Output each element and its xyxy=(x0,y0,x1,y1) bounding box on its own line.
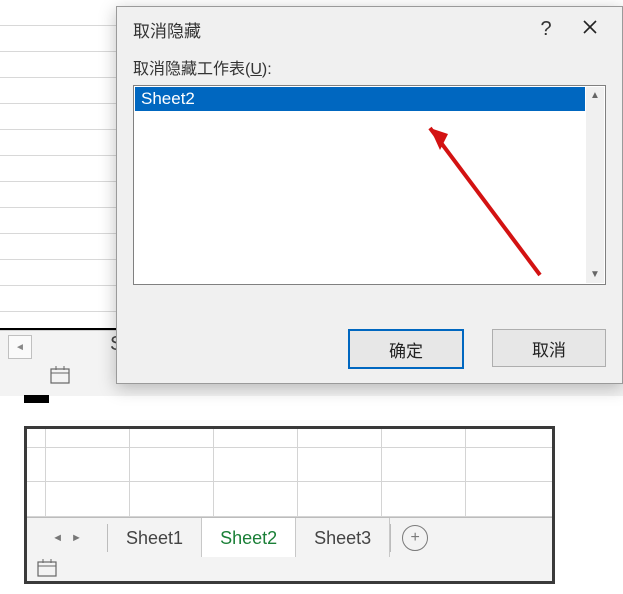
nav-left-icon[interactable]: ◄ xyxy=(52,532,63,544)
sheet-tab-sheet1[interactable]: Sheet1 xyxy=(108,518,202,558)
macro-record-icon[interactable] xyxy=(50,366,70,384)
top-screenshot: ◄ S 取消隐藏 ? 取消隐藏工作表(U): Sheet2 xyxy=(0,0,623,405)
close-button[interactable] xyxy=(568,19,612,40)
spreadsheet-grid[interactable] xyxy=(27,429,552,517)
close-icon xyxy=(582,19,598,35)
sheet-nav-left-icon[interactable]: ◄ xyxy=(8,335,32,359)
nav-right-icon[interactable]: ► xyxy=(71,532,82,544)
listbox-label: 取消隐藏工作表(U): xyxy=(117,51,622,85)
unhide-dialog: 取消隐藏 ? 取消隐藏工作表(U): Sheet2 ▲ ▼ 确定 取消 xyxy=(116,6,623,384)
unhide-listbox[interactable]: Sheet2 ▲ ▼ xyxy=(133,85,606,285)
new-sheet-button[interactable]: + xyxy=(391,518,439,558)
sheet-nav-buttons[interactable]: ◄ ► xyxy=(27,518,107,558)
ok-button[interactable]: 确定 xyxy=(348,329,464,369)
scroll-up-icon[interactable]: ▲ xyxy=(590,87,600,104)
plus-icon: + xyxy=(402,525,428,551)
status-bar xyxy=(27,557,552,581)
background-spreadsheet-grid xyxy=(0,0,120,330)
scroll-down-icon[interactable]: ▼ xyxy=(590,266,600,283)
macro-record-icon[interactable] xyxy=(37,559,57,577)
dialog-titlebar: 取消隐藏 ? xyxy=(117,7,622,51)
dialog-title: 取消隐藏 xyxy=(133,17,524,42)
help-button[interactable]: ? xyxy=(524,18,568,41)
listbox-scrollbar[interactable]: ▲ ▼ xyxy=(586,87,604,283)
sheet-tab-sheet2[interactable]: Sheet2 xyxy=(202,518,296,558)
dialog-button-row: 确定 取消 xyxy=(117,329,622,369)
screenshot-crop-edge xyxy=(24,395,49,403)
cancel-button[interactable]: 取消 xyxy=(492,329,606,367)
sheet-tab-sheet3[interactable]: Sheet3 xyxy=(296,518,390,558)
listbox-item-selected[interactable]: Sheet2 xyxy=(135,87,585,111)
sheet-tab-strip: ◄ ► Sheet1 Sheet2 Sheet3 + xyxy=(27,517,552,559)
bottom-screenshot: ◄ ► Sheet1 Sheet2 Sheet3 + xyxy=(24,426,555,584)
